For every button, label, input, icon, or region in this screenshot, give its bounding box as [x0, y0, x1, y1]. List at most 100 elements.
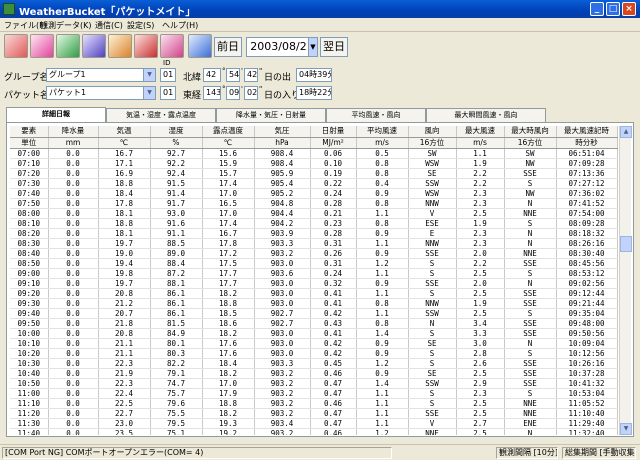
table-row[interactable]: 08:00 0.0 18.1 93.0 17.0 904.4 0.21 1.1 V 2.5 NNE 0… [10, 208, 618, 219]
longitude-deg[interactable]: 143 [203, 86, 221, 100]
table-cell: 3.0 [456, 338, 505, 349]
packet-select[interactable]: パケット1 ▼ [46, 86, 156, 100]
title-bar[interactable]: WeatherBucket「パケットメイト」 _ □ × [0, 0, 640, 18]
menu-observation-data[interactable]: 観測データ(K) [40, 20, 92, 31]
scroll-up-icon[interactable]: ▲ [620, 126, 632, 138]
table-row[interactable]: 10:30 0.0 22.3 82.2 18.4 903.3 0.45 1.2 S 2.6 SSE 1… [10, 358, 618, 369]
group-select[interactable]: グループ1 ▼ [46, 68, 156, 82]
group-label: グループ名 [4, 73, 49, 83]
table-row[interactable]: 10:00 0.0 20.8 84.9 18.2 903.0 0.41 1.4 S 3.3 SSE 0… [10, 328, 618, 339]
table-cell: 0.42 [310, 338, 357, 349]
table-row[interactable]: 07:00 0.0 16.7 92.7 15.6 908.4 0.06 0.5 SW 1.1 SW 0… [10, 148, 618, 159]
table-row[interactable]: 11:20 0.0 22.7 75.5 18.2 903.2 0.47 1.1 SSE 2.5 NN… [10, 408, 618, 419]
table-cell: 08:09:28 [556, 218, 618, 229]
tab-precipitation[interactable]: 降水量・気圧・日射量 [216, 108, 326, 122]
table-row[interactable]: 07:20 0.0 16.9 92.4 15.7 905.9 0.19 0.8 SE 2.2 SSE… [10, 168, 618, 179]
menu-settings[interactable]: 設定(S) [127, 20, 154, 31]
close-button[interactable]: × [622, 2, 636, 16]
table-row[interactable]: 08:30 0.0 19.7 88.5 17.8 903.3 0.31 1.1 NNW 2.3 N 0… [10, 238, 618, 249]
packet-id-field[interactable]: 01 [160, 86, 176, 100]
table-row[interactable]: 10:10 0.0 21.1 80.1 17.6 903.0 0.42 0.9 SE 3.0 N 10… [10, 338, 618, 349]
table-cell: 0.10 [310, 158, 357, 169]
table-row[interactable]: 08:10 0.0 18.8 91.6 17.4 904.2 0.23 0.8 ESE 1.9 S 0… [10, 218, 618, 229]
vertical-scrollbar[interactable]: ▲ ▼ [619, 126, 632, 435]
prev-day-button[interactable]: 前日 [214, 37, 242, 57]
table-row[interactable]: 09:50 0.0 21.8 81.5 18.6 902.7 0.43 0.8 N 3.4 SSE 0… [10, 318, 618, 329]
table-row[interactable]: 11:40 0.0 23.5 75.1 19.2 903.2 0.46 1.2 NNE 2.5 N 1… [10, 428, 618, 435]
menu-help[interactable]: ヘルプ(H) [162, 20, 198, 31]
table-cell: SSE [504, 358, 557, 369]
scroll-thumb[interactable] [620, 236, 632, 252]
graph-icon[interactable] [30, 34, 54, 58]
table-cell: 0.31 [310, 238, 357, 249]
status-bar: [COM Port NG] COMポートオープンエラー(COM= 4) 観測間隔… [0, 444, 640, 460]
packet-label: パケット名 [4, 91, 50, 101]
table-row[interactable]: 09:30 0.0 21.2 86.1 18.8 903.0 0.41 0.8 NNW 1.9 SS… [10, 298, 618, 309]
table-cell: 75.5 [150, 408, 203, 419]
latitude-deg[interactable]: 42 [203, 68, 221, 82]
table-row[interactable]: 10:20 0.0 21.1 80.3 17.6 903.0 0.42 0.9 S 2.8 S 10:… [10, 348, 618, 359]
table-cell: 2.5 [456, 308, 505, 319]
table-row[interactable]: 08:40 0.0 19.0 89.0 17.2 903.2 0.26 0.9 SSE 2.0 NN… [10, 248, 618, 259]
menu-bar: ファイル(F) 観測データ(K) 通信(C) 設定(S) ヘルプ(H) [0, 18, 640, 32]
table-row[interactable]: 10:50 0.0 22.3 74.7 17.0 903.2 0.47 1.4 SSW 2.9 SS… [10, 378, 618, 389]
table-cell: 1.9 [456, 158, 505, 169]
settings-icon[interactable] [160, 34, 184, 58]
report-icon[interactable] [56, 34, 80, 58]
tab-max-wind[interactable]: 最大瞬間風速・風向 [426, 108, 546, 122]
table-row[interactable]: 09:20 0.0 20.8 86.1 18.2 903.0 0.41 1.1 S 2.5 SSE 0… [10, 288, 618, 299]
data-icon[interactable] [82, 34, 106, 58]
table-cell: S [408, 268, 457, 279]
table-row[interactable]: 07:30 0.0 18.8 91.5 17.4 905.4 0.22 0.4 SSW 2.2 S 0… [10, 178, 618, 189]
com-status: [COM Port NG] COMポートオープンエラー(COM= 4) [2, 447, 392, 459]
table-cell: 0.06 [310, 148, 357, 159]
tab-avg-wind[interactable]: 平均風速・風向 [326, 108, 426, 122]
table-row[interactable]: 07:50 0.0 17.8 91.7 16.5 904.8 0.28 0.8 NNW 2.3 N 0… [10, 198, 618, 209]
group-id-field[interactable]: 01 [160, 68, 176, 82]
column-header: 日射量 [310, 126, 357, 138]
table-row[interactable]: 08:20 0.0 18.1 91.1 16.7 903.9 0.28 0.9 E 2.3 N 08:… [10, 228, 618, 239]
longitude-min[interactable]: 09 [226, 86, 240, 100]
table-cell: 0.9 [356, 338, 409, 349]
longitude-sec[interactable]: 02 [244, 86, 258, 100]
table-row[interactable]: 11:00 0.0 22.4 75.7 17.9 903.2 0.47 1.1 S 2.3 S 10:… [10, 388, 618, 399]
minimize-button[interactable]: _ [590, 2, 604, 16]
maximize-button[interactable]: □ [606, 2, 620, 16]
tab-temperature[interactable]: 気温・湿度・露点温度 [106, 108, 216, 122]
table-row[interactable]: 09:40 0.0 20.7 86.1 18.5 902.7 0.42 1.1 SSW 2.5 S 0… [10, 308, 618, 319]
cloud-icon[interactable] [108, 34, 132, 58]
table-row[interactable]: 11:10 0.0 22.5 79.6 18.8 903.2 0.46 1.1 S 2.5 NNE 1… [10, 398, 618, 409]
menu-communication[interactable]: 通信(C) [95, 20, 123, 31]
table-row[interactable]: 09:00 0.0 19.8 87.2 17.7 903.6 0.24 1.1 S 2.5 S 08:… [10, 268, 618, 279]
computer-icon[interactable] [188, 34, 212, 58]
table-cell: 1.1 [356, 398, 409, 409]
latitude-sec[interactable]: 42 [244, 68, 258, 82]
table-cell: 92.2 [150, 158, 203, 169]
table-cell: 905.4 [254, 178, 311, 189]
table-row[interactable]: 08:50 0.0 19.4 88.4 17.5 903.0 0.31 1.2 S 2.2 SSE 0… [10, 258, 618, 269]
table-cell: 18.8 [202, 298, 255, 309]
alert-icon[interactable] [134, 34, 158, 58]
next-day-button[interactable]: 翌日 [320, 37, 348, 57]
tab-daily-detail[interactable]: 詳細日報 [6, 107, 106, 123]
table-cell: 16.9 [98, 168, 151, 179]
table-row[interactable]: 09:10 0.0 19.7 88.1 17.7 903.0 0.32 0.9 SSE 2.0 N 0… [10, 278, 618, 289]
table-cell: 11:30 [10, 418, 49, 429]
date-dropdown-icon[interactable]: ▼ [308, 37, 318, 57]
table-row[interactable]: 11:30 0.0 23.0 79.5 19.3 903.4 0.47 1.1 V 2.7 ENE 1… [10, 418, 618, 429]
table-row[interactable]: 07:40 0.0 18.4 91.4 17.0 905.2 0.24 0.9 WSW 2.3 NW… [10, 188, 618, 199]
table-cell: 10:53:04 [556, 388, 618, 399]
table-row[interactable]: 07:10 0.0 17.1 92.2 15.9 908.4 0.10 0.8 WSW 1.9 NW… [10, 158, 618, 169]
table-cell: 07:54:00 [556, 208, 618, 219]
table-cell: 2.2 [456, 178, 505, 189]
scroll-down-icon[interactable]: ▼ [620, 423, 632, 435]
latitude-min[interactable]: 54 [226, 68, 240, 82]
table-row[interactable]: 10:40 0.0 21.9 79.1 18.2 903.2 0.46 0.9 SE 2.5 SSE… [10, 368, 618, 379]
table-cell: N [504, 428, 557, 435]
data-grid[interactable]: 要素 降水量 気温 湿度 露点温度 気圧 日射量 平均風速 風向 最大風速 最大時風向 最大風速記時 … [10, 126, 618, 435]
table-cell: N [504, 228, 557, 239]
table-cell: V [408, 418, 457, 429]
chart-icon[interactable] [4, 34, 28, 58]
table-cell: 0.9 [356, 348, 409, 359]
table-cell: 0.9 [356, 228, 409, 239]
